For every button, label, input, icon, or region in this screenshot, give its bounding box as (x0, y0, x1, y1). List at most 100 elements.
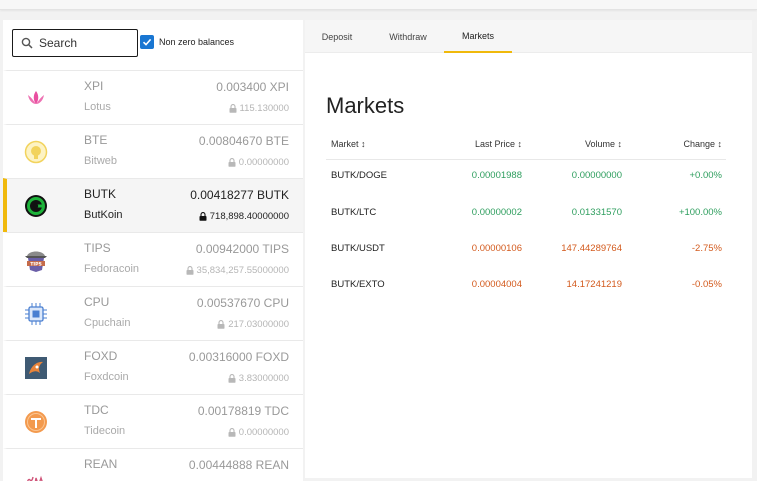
coin-price: 0.00178819 TDC (197, 404, 289, 418)
coin-symbol: FOXD (84, 349, 118, 363)
market-change: -2.75% (691, 243, 722, 254)
fedoracoin-icon: TIPS (23, 247, 49, 273)
tab-withdraw[interactable]: Withdraw (374, 20, 442, 53)
lock-icon (186, 266, 194, 275)
market-last-price: 0.00000002 (471, 207, 522, 218)
market-panel: Deposit Withdraw Markets Markets Market … (305, 20, 752, 478)
coin-price: 0.00418277 BUTK (190, 188, 289, 202)
coin-name: Foxdcoin (84, 371, 129, 383)
coin-balance: 35,834,257.55000000 (186, 265, 289, 276)
market-volume: 0.00000000 (571, 170, 622, 181)
wallet-list-panel: Non zero balances XPI Lotus 0.003400 XPI 11… (3, 20, 303, 481)
non-zero-balances-toggle[interactable]: Non zero balances (140, 35, 234, 49)
coin-item-xpi[interactable]: XPI Lotus 0.003400 XPI 115.130000 (3, 70, 303, 124)
coin-balance: 3.83000000 (228, 373, 289, 384)
coin-symbol: CPU (84, 295, 110, 309)
coin-symbol: TIPS (84, 241, 111, 255)
lock-icon (199, 212, 207, 221)
coin-item-butk[interactable]: BUTK ButKoin 0.00418277 BUTK 718,898.400000… (3, 178, 303, 232)
coin-name: Lotus (84, 101, 111, 113)
header-volume[interactable]: Volume ↕ (585, 139, 622, 149)
market-last-price: 0.00004004 (471, 279, 522, 290)
coin-balance: 217.03000000 (217, 319, 289, 330)
market-row-butk-ltc[interactable]: BUTK/LTC 0.00000002 0.01331570 +100.00% (326, 207, 726, 227)
search-row: Non zero balances (3, 20, 303, 70)
search-icon (21, 37, 33, 49)
coin-item-tdc[interactable]: TDC Tidecoin 0.00178819 TDC 0.00000000 (3, 394, 303, 448)
coin-name: ButKoin (84, 209, 123, 221)
coin-balance-value: 217.03000000 (228, 319, 289, 330)
coin-price: 0.00316000 FOXD (188, 350, 289, 364)
coin-symbol: XPI (84, 79, 104, 93)
coin-symbol: REAN (84, 457, 118, 471)
coin-balance: 0.00000000 (228, 427, 289, 438)
non-zero-balances-label: Non zero balances (159, 37, 235, 47)
butkoin-icon (23, 193, 49, 219)
top-bar (0, 0, 757, 10)
coin-balance: 0.00000000 (228, 157, 289, 168)
lock-icon (229, 104, 236, 113)
cpu-chip-icon (23, 301, 49, 327)
search-input[interactable] (39, 36, 127, 50)
market-row-butk-doge[interactable]: BUTK/DOGE 0.00001988 0.00000000 +0.00% (326, 170, 726, 190)
coin-balance-value: 0.00000000 (238, 427, 289, 438)
coin-balance-value: 35,834,257.55000000 (196, 265, 289, 276)
lock-icon (228, 428, 236, 437)
coin-name: Fedoracoin (84, 263, 140, 275)
lock-icon (217, 320, 225, 329)
coin-symbol: BTE (84, 133, 108, 147)
bitweb-icon (23, 139, 49, 165)
search-box[interactable] (12, 29, 138, 57)
header-market[interactable]: Market ↕ (331, 139, 366, 149)
tab-markets[interactable]: Markets (444, 20, 512, 53)
coin-price: 0.00942000 TIPS (195, 242, 289, 256)
tab-bar: Deposit Withdraw Markets (305, 20, 752, 53)
market-pair: BUTK/DOGE (331, 170, 387, 181)
coin-price: 0.00804670 BTE (198, 134, 289, 148)
market-volume: 0.01331570 (571, 207, 622, 218)
coin-balance-value: 718,898.40000000 (209, 211, 289, 222)
coin-item-rean[interactable]: REAN 0.00444888 REAN (3, 448, 303, 481)
foxdcoin-icon (23, 355, 49, 381)
svg-text:TIPS: TIPS (30, 261, 42, 267)
coin-list: XPI Lotus 0.003400 XPI 115.130000 BTE Bitweb 0… (3, 70, 303, 481)
market-pair: BUTK/LTC (331, 207, 377, 218)
lock-icon (228, 158, 236, 167)
rean-logo-icon (23, 463, 49, 481)
coin-price: 0.003400 XPI (216, 80, 289, 94)
market-pair: BUTK/EXTO (331, 279, 385, 290)
coin-item-tips[interactable]: TIPS TIPS Fedoracoin 0.00942000 TIPS 35,834,… (3, 232, 303, 286)
coin-balance-value: 115.130000 (239, 103, 290, 114)
markets-table-header: Market ↕ Last Price ↕ Volume ↕ Change ↕ (326, 128, 726, 160)
coin-name: Tidecoin (84, 425, 126, 437)
lock-icon (228, 374, 236, 383)
header-last-price[interactable]: Last Price ↕ (475, 139, 522, 149)
market-change: -0.05% (691, 279, 722, 290)
coin-item-cpu[interactable]: CPU Cpuchain 0.00537670 CPU 217.03000000 (3, 286, 303, 340)
tab-deposit[interactable]: Deposit (305, 20, 369, 53)
header-change[interactable]: Change ↕ (683, 139, 722, 149)
coin-balance-value: 3.83000000 (238, 373, 289, 384)
coin-symbol: TDC (84, 403, 109, 417)
lotus-icon (23, 85, 49, 111)
market-volume: 14.17241219 (566, 279, 622, 290)
market-last-price: 0.00001988 (471, 170, 522, 181)
coin-name: Cpuchain (84, 317, 131, 329)
coin-symbol: BUTK (84, 187, 117, 201)
coin-item-foxd[interactable]: FOXD Foxdcoin 0.00316000 FOXD 3.83000000 (3, 340, 303, 394)
coin-price: 0.00537670 CPU (196, 296, 289, 310)
tidecoin-icon (23, 409, 49, 435)
coin-balance: 115.130000 (229, 103, 290, 114)
markets-title: Markets (326, 93, 405, 118)
coin-balance: 718,898.40000000 (199, 211, 289, 222)
market-volume: 147.44289764 (561, 243, 622, 254)
market-last-price: 0.00000106 (471, 243, 522, 254)
market-row-butk-usdt[interactable]: BUTK/USDT 0.00000106 147.44289764 -2.75% (326, 243, 726, 263)
coin-balance-value: 0.00000000 (238, 157, 289, 168)
market-pair: BUTK/USDT (331, 243, 385, 254)
coin-item-bte[interactable]: BTE Bitweb 0.00804670 BTE 0.00000000 (3, 124, 303, 178)
market-change: +100.00% (678, 207, 722, 218)
checkbox-checked-icon[interactable] (140, 35, 154, 49)
market-row-butk-exto[interactable]: BUTK/EXTO 0.00004004 14.17241219 -0.05% (326, 279, 726, 299)
coin-name: Bitweb (84, 155, 118, 167)
